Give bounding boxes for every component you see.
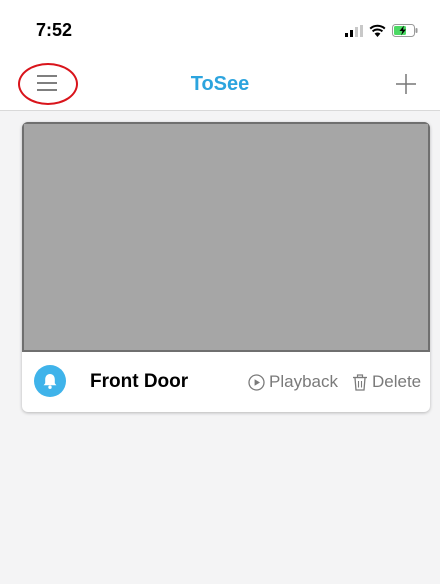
bell-icon [43, 374, 57, 389]
playback-button[interactable]: Playback [248, 372, 338, 392]
camera-card: Front Door Playback Delete [22, 122, 430, 412]
nav-bar: ToSee [0, 60, 440, 111]
status-icons [345, 24, 418, 37]
wifi-icon [369, 24, 386, 37]
bell-badge[interactable] [34, 365, 66, 397]
playback-label: Playback [269, 372, 338, 391]
play-circle-icon [248, 373, 265, 391]
camera-card-footer: Front Door Playback Delete [22, 352, 430, 412]
camera-preview[interactable] [22, 122, 430, 352]
signal-icon [345, 24, 363, 37]
page-title: ToSee [190, 73, 250, 95]
device-name: Front Door [90, 371, 189, 392]
status-bar: 7:52 [0, 0, 440, 60]
delete-button[interactable]: Delete [352, 372, 421, 392]
status-time: 7:52 [36, 20, 73, 40]
plus-icon[interactable] [394, 72, 418, 96]
battery-charging-icon [392, 24, 418, 37]
trash-icon [353, 373, 367, 391]
delete-label: Delete [372, 372, 422, 391]
